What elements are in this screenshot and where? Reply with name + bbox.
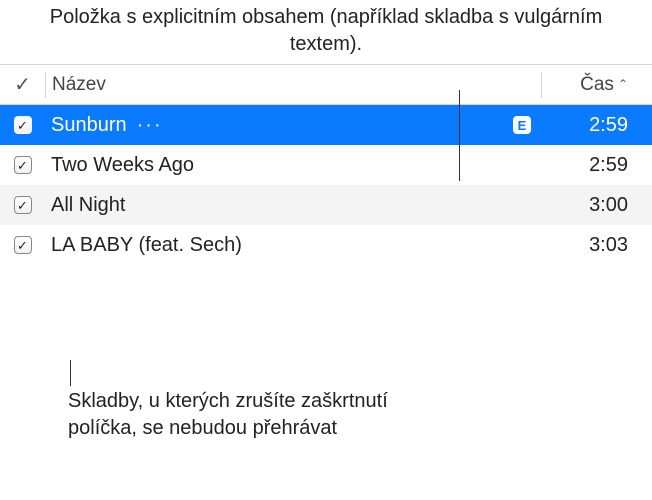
table-row[interactable]: ✓ All Night 3:00 (0, 185, 652, 225)
table-row[interactable]: ✓ Sunburn ··· E 2:59 (0, 105, 652, 145)
callout-leader-line (70, 360, 71, 386)
ellipsis-icon[interactable]: ··· (135, 114, 163, 137)
callout-leader-line (459, 90, 460, 181)
callout-explicit-content: Položka s explicitním obsahem (například… (0, 0, 652, 64)
row-checkbox[interactable]: ✓ (14, 236, 32, 254)
table-row[interactable]: ✓ Two Weeks Ago 2:59 (0, 145, 652, 185)
song-duration: 3:03 (542, 234, 652, 257)
song-name: Sunburn (51, 114, 127, 137)
row-checkbox[interactable]: ✓ (14, 116, 32, 134)
song-duration: 2:59 (542, 154, 652, 177)
row-checkbox[interactable]: ✓ (14, 156, 32, 174)
song-duration: 3:00 (542, 194, 652, 217)
header-name-column[interactable]: Název (46, 74, 501, 96)
callout-uncheck-skip: Skladby, u kterých zrušíte zaškrtnutí po… (68, 388, 408, 442)
song-name: Two Weeks Ago (51, 154, 194, 177)
header-check-column[interactable]: ✓ (0, 72, 45, 97)
song-name: LA BABY (feat. Sech) (51, 234, 242, 257)
table-header-row: ✓ Název Čas ⌃ (0, 65, 652, 105)
chevron-up-icon: ⌃ (618, 77, 628, 91)
table-row[interactable]: ✓ LA BABY (feat. Sech) 3:03 (0, 225, 652, 265)
song-duration: 2:59 (542, 114, 652, 137)
header-time-label: Čas (580, 74, 614, 96)
songs-table: ✓ Název Čas ⌃ ✓ Sunburn ··· E 2:59 ✓ (0, 64, 652, 265)
header-time-column[interactable]: Čas ⌃ (542, 74, 652, 96)
song-name: All Night (51, 194, 125, 217)
row-checkbox[interactable]: ✓ (14, 196, 32, 214)
check-icon: ✓ (14, 72, 31, 97)
explicit-badge: E (513, 116, 531, 134)
header-name-label: Název (52, 74, 106, 96)
